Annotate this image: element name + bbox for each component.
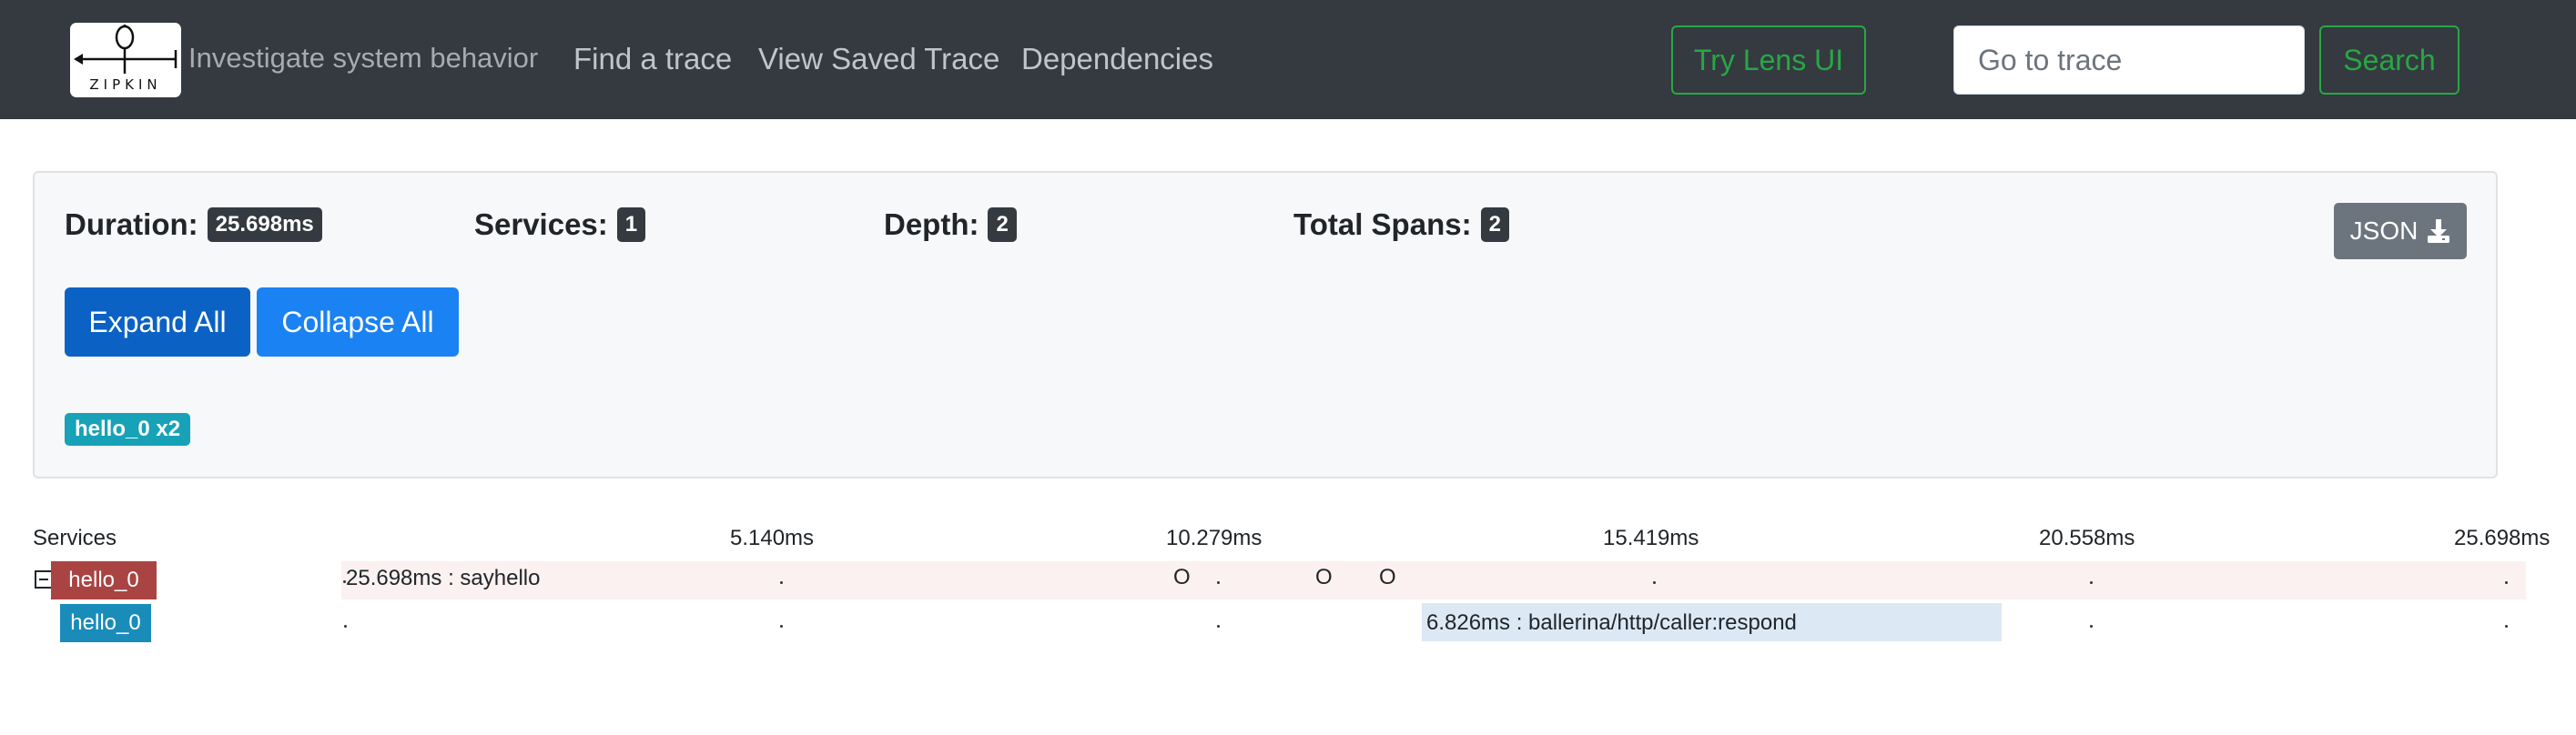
services-label: Services: xyxy=(474,207,608,241)
timeline-gridline-dot xyxy=(1217,581,1220,584)
timeline-gridline-dot xyxy=(2090,625,2093,628)
search-button[interactable]: Search xyxy=(2319,25,2459,95)
duration-stat: Duration: 25.698ms xyxy=(65,207,322,242)
total-spans-stat: Total Spans: 2 xyxy=(1293,207,1509,242)
collapse-all-button[interactable]: Collapse All xyxy=(257,287,459,357)
logo-text: ZIPKIN xyxy=(89,76,162,93)
tick-label: 15.419ms xyxy=(1603,526,1699,550)
service-filter-badge[interactable]: hello_0 x2 xyxy=(65,413,191,446)
service-name-tag[interactable]: hello_0 xyxy=(51,561,157,599)
tick-label: 10.279ms xyxy=(1166,526,1263,550)
service-name-tag[interactable]: hello_0 xyxy=(60,604,151,642)
annotation-marker[interactable]: O xyxy=(1379,565,1396,590)
span-label[interactable]: 25.698ms : sayhello xyxy=(346,566,540,591)
depth-badge: 2 xyxy=(988,207,1017,242)
annotation-marker[interactable]: O xyxy=(1173,565,1191,590)
zipkin-logo[interactable]: ZIPKIN xyxy=(70,23,181,97)
top-navbar: ZIPKIN Investigate system behavior Find … xyxy=(0,0,2576,119)
download-icon xyxy=(2428,219,2450,243)
total-spans-label: Total Spans: xyxy=(1293,207,1472,241)
nav-view-saved-trace[interactable]: View Saved Trace xyxy=(758,42,999,76)
timeline-gridline-dot xyxy=(343,580,346,583)
services-badge: 1 xyxy=(616,207,646,242)
try-lens-ui-button[interactable]: Try Lens UI xyxy=(1671,25,1866,95)
brand-tagline: Investigate system behavior xyxy=(188,42,539,74)
tick-label: 5.140ms xyxy=(730,526,815,550)
json-button-label: JSON xyxy=(2349,216,2419,245)
services-column-header: Services xyxy=(33,526,117,550)
timeline-gridline-dot xyxy=(2505,581,2508,584)
json-download-button[interactable]: JSON xyxy=(2334,203,2467,259)
timeline-gridline-dot xyxy=(2505,625,2508,628)
timeline-gridline-dot xyxy=(1217,625,1220,628)
nav-dependencies[interactable]: Dependencies xyxy=(1021,42,1213,76)
timeline-gridline-dot xyxy=(780,625,783,628)
duration-badge: 25.698ms xyxy=(207,207,322,242)
trace-summary-panel: Duration: 25.698ms Services: 1 Depth: 2 … xyxy=(33,171,2498,478)
total-spans-badge: 2 xyxy=(1480,207,1509,242)
tick-label: 20.558ms xyxy=(2039,526,2135,550)
timeline-gridline-dot xyxy=(344,625,347,628)
tick-label: 25.698ms xyxy=(2454,526,2551,550)
depth-label: Depth: xyxy=(884,207,979,241)
span-label[interactable]: 6.826ms : ballerina/http/caller:respond xyxy=(1426,610,1797,636)
expand-all-button[interactable]: Expand All xyxy=(65,287,250,357)
depth-stat: Depth: 2 xyxy=(884,207,1017,242)
annotation-marker[interactable]: O xyxy=(1315,565,1333,590)
go-to-trace-input[interactable] xyxy=(1953,25,2305,95)
timeline-gridline-dot xyxy=(780,581,783,584)
services-stat: Services: 1 xyxy=(474,207,646,242)
timeline-gridline-dot xyxy=(1653,581,1656,584)
nav-find-a-trace[interactable]: Find a trace xyxy=(573,42,732,76)
timeline-gridline-dot xyxy=(2090,581,2093,584)
duration-label: Duration: xyxy=(65,207,198,241)
span-row-root[interactable] xyxy=(341,561,2526,599)
collapse-toggle-icon[interactable] xyxy=(35,570,53,589)
